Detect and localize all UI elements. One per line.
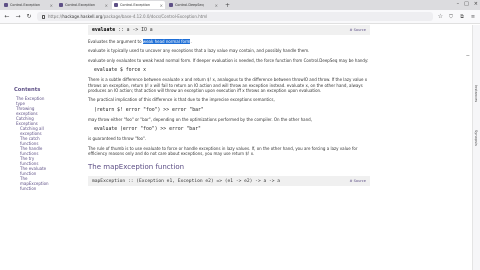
section-heading: The mapException function	[88, 163, 185, 172]
close-icon[interactable]: ×	[105, 3, 108, 8]
toc-item[interactable]: The try functions	[14, 156, 48, 166]
bookmark-star-icon[interactable]: ☆	[438, 13, 443, 20]
function-signature: mapException :: (Exception e1, Exception…	[92, 178, 281, 184]
toc-item[interactable]: Catching all exceptions	[14, 126, 48, 136]
toc-item[interactable]: The mapException function	[14, 176, 49, 191]
text: Evaluates the argument to	[88, 39, 143, 44]
whnf-link[interactable]: weak head normal form	[142, 39, 191, 44]
doc-main: evaluate :: a -> IO a # Source Evaluates…	[88, 25, 370, 187]
window-controls: – □ ×	[457, 1, 478, 7]
close-window-icon[interactable]: ×	[474, 1, 478, 7]
toc-item[interactable]: The catch functions	[14, 136, 48, 146]
toc-item[interactable]: The evaluate function	[14, 166, 48, 176]
doc-paragraph: evaluate only evaluates to weak head nor…	[88, 57, 369, 63]
source-link[interactable]: # Source	[350, 179, 367, 183]
lock-icon	[42, 14, 45, 19]
doc-paragraph: may throw either "foo" or "bar", dependi…	[88, 116, 312, 122]
evaluate-signature: evaluate :: a -> IO a # Source	[88, 25, 370, 35]
function-name[interactable]: evaluate	[92, 28, 115, 33]
code-block: evaluate (error "foo") >> error "bar"	[94, 127, 201, 133]
shield-icon[interactable]: ⛉	[448, 14, 454, 20]
tab-2[interactable]: Control.Exception ×	[112, 1, 165, 9]
doc-paragraph: is guaranteed to throw "foo".	[88, 136, 147, 142]
tab-bar: Control.Exception × Control.Exception × …	[0, 0, 480, 10]
doc-paragraph: Evaluates the argument to weak head norm…	[88, 39, 370, 44]
text: .	[190, 39, 192, 44]
tab-0[interactable]: Control.Exception ×	[2, 1, 55, 9]
reload-icon[interactable]: ↻	[26, 13, 32, 20]
doc-paragraph: There is a subtle difference between eva…	[88, 77, 368, 94]
address-bar[interactable]: https:// hackage.haskell.org /package/ba…	[37, 12, 433, 21]
tab-3[interactable]: Control.DeepSeq ×	[167, 1, 220, 9]
haskell-favicon-icon	[169, 3, 173, 7]
close-icon[interactable]: ×	[215, 3, 218, 8]
mapexception-signature: mapException :: (Exception e1, Exception…	[88, 176, 370, 187]
code-block: (return $! error "foo") >> error "bar"	[94, 107, 204, 113]
toc-item[interactable]: Throwing exceptions	[14, 106, 48, 116]
instances-label[interactable]: Instances	[474, 85, 478, 102]
toc-item[interactable]: The handle functions	[14, 146, 48, 156]
haskell-favicon-icon	[114, 3, 118, 7]
source-link[interactable]: # Source	[350, 28, 367, 32]
right-panel: Instances Synopsis	[472, 25, 480, 270]
tab-label: Control.Exception	[120, 3, 151, 7]
close-icon[interactable]: ×	[50, 3, 53, 8]
collapse-icon[interactable]: −	[466, 53, 470, 59]
code-block: evaluate $ force x	[94, 68, 146, 74]
extensions-icon[interactable]: ⧉	[459, 14, 465, 20]
maximize-icon[interactable]: □	[464, 1, 469, 7]
table-of-contents: Contents The Exception type Throwing exc…	[14, 87, 49, 191]
page-content: Contents The Exception type Throwing exc…	[0, 25, 480, 270]
navigation-bar: ← → ↻ https:// hackage.haskell.org /pack…	[0, 10, 480, 24]
forward-icon[interactable]: →	[15, 13, 21, 20]
tab-label: Control.DeepSeq	[175, 3, 204, 7]
function-type: :: a -> IO a	[118, 27, 153, 33]
synopsis-label[interactable]: Synopsis	[474, 130, 478, 146]
tab-label: Control.Exception	[10, 3, 41, 7]
toc-item[interactable]: Catching Exceptions	[14, 116, 48, 126]
menu-icon[interactable]: ≡	[470, 14, 476, 20]
url-path: /package/base-4.12.0.0/docs/Control-Exce…	[102, 14, 208, 19]
doc-paragraph: The rule of thumb is to use evaluate to …	[88, 145, 358, 157]
url-scheme: https://	[48, 14, 63, 19]
tab-1[interactable]: Control.Exception ×	[57, 1, 110, 9]
url-host: hackage.haskell.org	[62, 14, 103, 19]
toc-title: Contents	[14, 87, 41, 93]
close-icon[interactable]: ×	[160, 3, 163, 8]
haskell-favicon-icon	[59, 3, 63, 7]
minimize-icon[interactable]: –	[457, 1, 460, 7]
tab-label: Control.Exception	[65, 3, 96, 7]
toc-item[interactable]: The Exception type	[14, 96, 48, 106]
doc-paragraph: The practical implication of this differ…	[88, 97, 275, 103]
doc-paragraph: evaluate is typically used to uncover an…	[88, 48, 310, 54]
new-tab-icon[interactable]: +	[222, 2, 233, 9]
haskell-favicon-icon	[4, 3, 8, 7]
back-icon[interactable]: ←	[4, 13, 10, 20]
